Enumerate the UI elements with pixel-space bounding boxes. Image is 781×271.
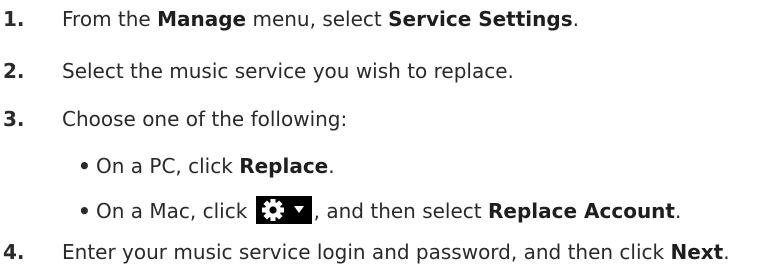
- step-text: From the: [62, 7, 158, 31]
- bullet-text: On a Mac, click: [96, 199, 254, 223]
- step-3: 3. Choose one of the following:: [0, 105, 347, 133]
- bullet-dot: •: [78, 154, 91, 178]
- bullet-text: .: [674, 199, 682, 223]
- gear-dropdown-icon: [255, 196, 312, 224]
- step-number: 4.: [3, 240, 25, 264]
- step-text: Choose one of the following:: [62, 107, 348, 131]
- step-number: 1.: [3, 7, 25, 31]
- step-text: menu, select: [246, 7, 389, 31]
- step-text: .: [723, 240, 730, 264]
- step-4: 4. Enter your music service login and pas…: [0, 238, 730, 266]
- bullet-text: .: [328, 154, 335, 178]
- bullet-pc: • On a PC, click Replace.: [78, 152, 335, 180]
- menu-item-name: Service Settings: [388, 7, 573, 31]
- bullet-mac: • On a Mac, click , and then select Repla…: [78, 196, 681, 225]
- step-number: 3.: [3, 107, 25, 131]
- step-2: 2. Select the music service you wish to r…: [0, 57, 514, 85]
- bullet-text: , and then select: [313, 199, 488, 223]
- step-text: Select the music service you wish to rep…: [62, 59, 514, 83]
- button-name: Replace: [239, 154, 329, 178]
- step-text: .: [572, 7, 579, 31]
- step-number: 2.: [3, 59, 25, 83]
- instructions-document: 1. From the Manage menu, select Service S…: [0, 0, 781, 271]
- step-1: 1. From the Manage menu, select Service S…: [0, 5, 579, 33]
- button-name: Next: [670, 240, 724, 264]
- menu-item-name: Replace Account: [488, 199, 675, 223]
- bullet-dot: •: [78, 199, 91, 223]
- menu-name: Manage: [157, 7, 247, 31]
- step-text: Enter your music service login and passw…: [62, 240, 671, 264]
- bullet-text: On a PC, click: [96, 154, 240, 178]
